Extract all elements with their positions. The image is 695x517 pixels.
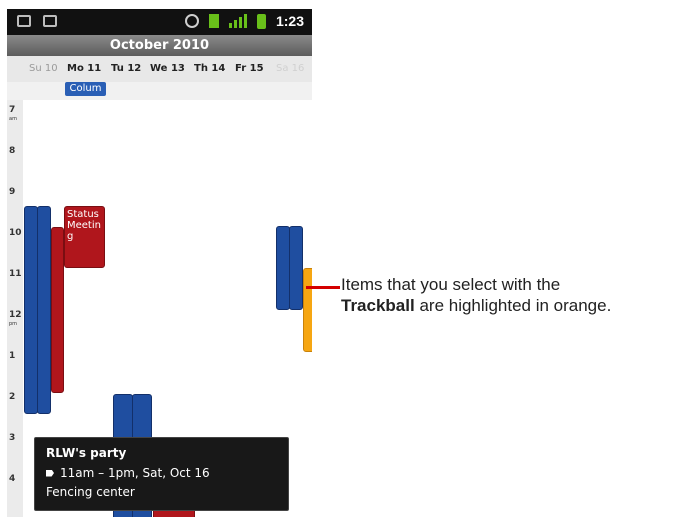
usb-debug-icon xyxy=(208,14,219,28)
hour-label: 1 xyxy=(9,351,16,361)
hour-label: 11 xyxy=(9,269,22,279)
sdcard-icon xyxy=(43,15,57,27)
callout-line1: Items that you select with the xyxy=(341,275,561,294)
popup-time: 11am – 1pm, Sat, Oct 16 xyxy=(60,466,210,480)
signal-icon xyxy=(228,14,247,28)
event-block[interactable] xyxy=(276,226,290,310)
callout-text: Items that you select with the Trackball… xyxy=(341,274,691,316)
hour-label: 3 xyxy=(9,433,16,443)
month-title: October 2010 xyxy=(7,35,312,56)
day-header[interactable]: Th 14 xyxy=(194,63,225,74)
event-block[interactable] xyxy=(289,226,303,310)
event-block[interactable] xyxy=(37,206,51,414)
hour-label: 8 xyxy=(9,146,16,156)
hour-column: 7 am 8 9 10 11 12 pm 1 2 3 4 xyxy=(7,100,23,517)
hour-label: 12 pm xyxy=(9,310,22,328)
hour-label: 7 am xyxy=(9,105,17,123)
day-header[interactable]: Su 10 xyxy=(29,63,58,74)
day-header[interactable]: We 13 xyxy=(150,63,185,74)
day-header[interactable]: Mo 11 xyxy=(67,63,101,74)
day-header[interactable]: Sa 16 xyxy=(276,63,304,74)
callout-rest: are highlighted in orange. xyxy=(419,296,612,315)
event-title: Status Meeting xyxy=(67,209,101,242)
popup-title: RLW's party xyxy=(46,446,127,460)
event-block-status-meeting[interactable]: Status Meeting xyxy=(64,206,105,268)
hour-label: 2 xyxy=(9,392,16,402)
day-header[interactable]: Fr 15 xyxy=(235,63,264,74)
status-bar: 1:23 xyxy=(7,9,312,35)
selected-event-block[interactable] xyxy=(303,268,312,352)
battery-icon xyxy=(256,13,266,29)
gmail-icon xyxy=(17,15,31,27)
hour-label: 4 xyxy=(9,474,16,484)
hour-label: 9 xyxy=(9,187,16,197)
tag-icon xyxy=(46,469,54,477)
gps-icon xyxy=(184,14,199,28)
event-block[interactable] xyxy=(51,227,64,393)
day-header[interactable]: Tu 12 xyxy=(111,63,141,74)
all-day-row xyxy=(7,82,312,100)
event-block[interactable] xyxy=(24,206,38,414)
status-time: 1:23 xyxy=(275,13,304,29)
callout-bold: Trackball xyxy=(341,296,415,315)
all-day-event[interactable]: Colum xyxy=(65,82,106,96)
popup-location: Fencing center xyxy=(46,485,135,499)
hour-label: 10 xyxy=(9,228,22,238)
popup-time-row: 11am – 1pm, Sat, Oct 16 xyxy=(46,466,210,480)
phone-screen: 1:23 October 2010 Su 10 Mo 11 Tu 12 We 1… xyxy=(7,9,312,517)
event-popup[interactable]: RLW's party 11am – 1pm, Sat, Oct 16 Fenc… xyxy=(34,437,289,511)
day-header-row: Su 10 Mo 11 Tu 12 We 13 Th 14 Fr 15 Sa 1… xyxy=(7,56,312,82)
callout-pointer xyxy=(306,286,340,289)
